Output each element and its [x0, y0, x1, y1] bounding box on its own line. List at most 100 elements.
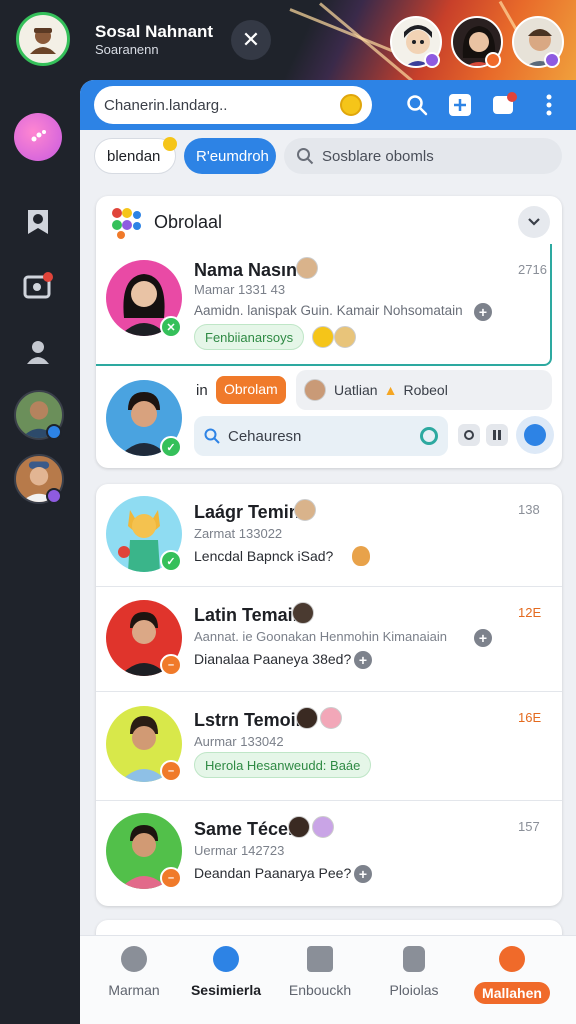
filter-chip-b-label: R'eumdroh — [196, 147, 269, 165]
filter-chip-b[interactable]: R'eumdroh — [184, 138, 276, 174]
left-rail — [0, 80, 80, 1024]
bookmark-icon — [28, 210, 48, 234]
chat-row[interactable]: ✓ Laágr Temin 138 Zarmat 133022 Lencdal … — [96, 484, 562, 586]
nav-label: Mallahen — [474, 982, 550, 1004]
chat-tag[interactable]: Herola Hesanweudd: Baáe — [194, 752, 372, 778]
compose-chip-label: Obrolam — [224, 381, 278, 397]
mini-avatar — [312, 816, 334, 838]
add-button[interactable] — [445, 90, 475, 120]
rail-status-dot — [46, 488, 62, 504]
group-logo-icon — [112, 208, 141, 239]
mini-avatar — [296, 707, 318, 729]
compose-prefix: in — [196, 382, 208, 399]
chat-preview: Deandan Paanarya Pee? — [194, 865, 352, 881]
nav-label: Sesimierla — [190, 982, 262, 998]
chat-name: Same Técen — [194, 819, 300, 839]
group-card: Obrolaal ✕ Nama Nasın 2716 Mamar 1331 43… — [96, 196, 562, 468]
add-icon[interactable]: + — [354, 651, 372, 669]
mini-avatar — [294, 499, 316, 521]
circle-icon — [464, 430, 474, 440]
chat-time: 12E — [518, 605, 542, 620]
kebab-menu-icon — [546, 94, 552, 116]
rail-bookmark[interactable] — [14, 198, 62, 246]
filter-chip-a[interactable]: blendan — [94, 137, 177, 174]
send-button[interactable] — [516, 416, 554, 454]
onion-icon — [352, 546, 370, 566]
more-button[interactable] — [534, 90, 564, 120]
chat-name: Lstrn Temoin — [194, 710, 307, 730]
nav-item-marman[interactable]: Marman — [88, 946, 180, 998]
status-badge: – — [160, 760, 182, 782]
add-icon[interactable]: + — [474, 629, 492, 647]
chat-row[interactable]: – Latin Temain 12E Aannat. ie Goonakan H… — [96, 587, 562, 691]
pause-button[interactable] — [486, 424, 508, 446]
chat-bubble-icon — [493, 92, 517, 114]
app-subtitle: Soaranenn — [95, 42, 159, 57]
chat-name: Latin Temain — [194, 605, 304, 625]
nav-label: Enbouckh — [288, 982, 352, 998]
filter-chip-a-label: blendan — [107, 147, 161, 165]
coin-icon[interactable] — [340, 94, 362, 116]
grid-icon — [121, 946, 147, 972]
nav-item-sesimierla[interactable]: Sesimierla — [180, 946, 272, 998]
collapse-button[interactable] — [518, 206, 550, 238]
chat-tag[interactable]: Fenbiianarsoys — [194, 324, 305, 350]
dots-icon — [31, 130, 46, 142]
mini-avatar — [320, 707, 342, 729]
emoji-icon — [312, 326, 334, 348]
filter-search-placeholder: Sosblare obomls — [322, 147, 434, 165]
compass-icon — [213, 946, 239, 972]
chat-row[interactable]: – Same Técen 157 Uermar 142723 Deandan P… — [96, 801, 562, 906]
chat-meta: Uermar 142723 — [194, 843, 285, 858]
monitor-icon — [23, 272, 53, 299]
send-icon — [524, 424, 546, 446]
person-icon — [499, 946, 525, 972]
rail-home-blob[interactable] — [14, 113, 62, 161]
person-icon — [27, 341, 49, 364]
online-badge: ✓ — [160, 436, 182, 458]
add-icon[interactable]: + — [474, 303, 492, 321]
compose-area: ✓ in Obrolam Uatlian ▲ Robeol Cehauresn — [96, 370, 562, 468]
search-icon — [204, 428, 220, 444]
status-badge: – — [160, 867, 182, 889]
search-input[interactable]: Chanerin.landarg.. — [94, 86, 372, 124]
chevron-down-icon — [528, 218, 540, 226]
add-icon[interactable]: + — [354, 865, 372, 883]
chat-row[interactable]: – Lstrn Temoin 16E Aurmar 133042 Herola … — [96, 692, 562, 800]
chat-time: 157 — [518, 819, 540, 834]
compose-mention[interactable]: Uatlian ▲ Robeol — [296, 370, 552, 410]
mini-avatar — [296, 257, 318, 279]
record-icon[interactable] — [420, 427, 438, 445]
compose-chip[interactable]: Obrolam — [216, 376, 286, 404]
mini-avatar — [304, 379, 326, 401]
filter-search-input[interactable]: Sosblare obomls — [284, 138, 562, 174]
story-badge — [424, 52, 440, 68]
nav-item-mallahen[interactable]: Mallahen — [466, 946, 558, 1004]
emoji-icon — [334, 326, 356, 348]
close-button[interactable]: ✕ — [231, 20, 271, 60]
chat-time: 138 — [518, 502, 540, 517]
rail-status-dot — [46, 424, 62, 440]
group-chat-row[interactable]: ✕ Nama Nasın 2716 Mamar 1331 43 Aamidn. … — [96, 244, 552, 366]
notifications-button[interactable] — [489, 90, 519, 120]
bag-icon — [403, 946, 425, 972]
nav-item-enbouckh[interactable]: Enbouckh — [274, 946, 366, 998]
chat-name: Nama Nasın — [194, 260, 298, 280]
main-panel: Chanerin.landarg.. blendan R'eumdroh Sos… — [80, 80, 576, 1024]
profile-avatar[interactable] — [16, 12, 70, 66]
rail-profile[interactable] — [14, 328, 62, 376]
nav-item-ploiolas[interactable]: Ploiolas — [368, 946, 460, 998]
search-icon — [297, 148, 314, 165]
search-button[interactable] — [402, 90, 432, 120]
online-badge: ✕ — [160, 316, 182, 338]
pause-icon — [493, 430, 496, 440]
rail-screen[interactable] — [14, 263, 62, 311]
group-title: Obrolaal — [154, 212, 223, 232]
mini-avatar — [288, 816, 310, 838]
compose-input-placeholder: Cehauresn — [228, 427, 302, 445]
toggle-button[interactable] — [458, 424, 480, 446]
compose-input[interactable]: Cehauresn — [194, 416, 448, 456]
chat-preview: Lencdal Bapnck iSad? — [194, 548, 334, 564]
chat-time: 2716 — [518, 262, 547, 277]
chat-preview: Dianalaa Paaneya 38ed? — [194, 651, 352, 667]
